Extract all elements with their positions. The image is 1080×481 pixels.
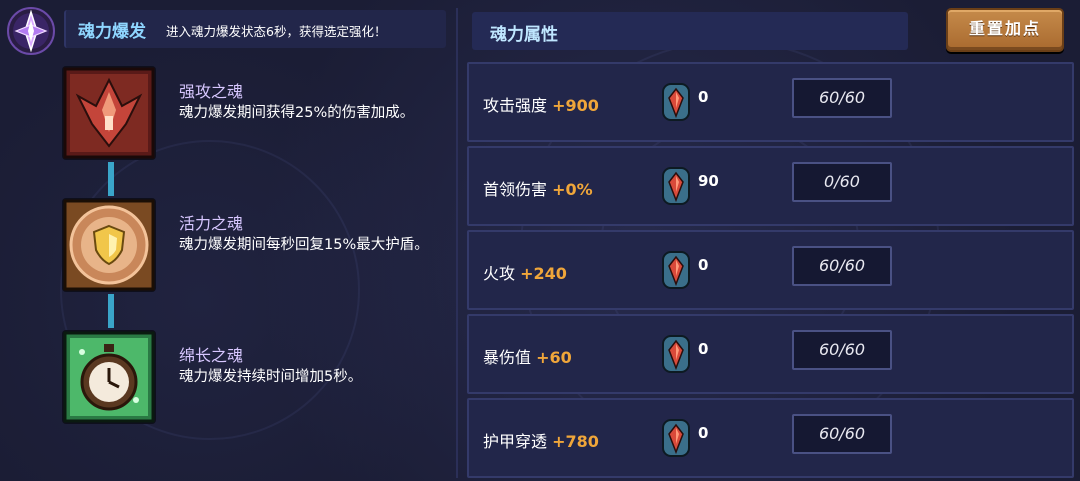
soul-description: 魂力爆发期间获得25%的伤害加成。: [179, 105, 415, 121]
attribute-invested-points: 0: [698, 88, 709, 106]
soul-gem-icon: [661, 418, 691, 458]
soul-attributes-title-bar: 魂力属性: [472, 12, 908, 50]
soul-description: 魂力爆发期间每秒回复15%最大护盾。: [179, 237, 429, 253]
soul-name: 强攻之魂: [179, 82, 244, 101]
attribute-name: 火攻 +240: [483, 264, 567, 283]
soul-item-vitality[interactable]: 活力之魂 魂力爆发期间每秒回复15%最大护盾。: [62, 198, 442, 294]
reset-points-button[interactable]: 重置加点: [946, 8, 1064, 52]
soul-connector: [108, 294, 114, 328]
soul-description: 魂力爆发持续时间增加5秒。: [179, 369, 363, 385]
attribute-name: 首领伤害 +0%: [483, 180, 593, 199]
attribute-name: 攻击强度 +900: [483, 96, 599, 115]
soul-name: 活力之魂: [179, 214, 244, 233]
panel-divider: [456, 8, 458, 478]
attribute-name: 暴伤值 +60: [483, 348, 572, 367]
attribute-row-fire-attack: 火攻 +240 0 60/60: [467, 230, 1074, 310]
attribute-invested-points: 0: [698, 256, 709, 274]
soul-gem-icon: [661, 250, 691, 290]
purple-crystal-emblem-icon: [6, 6, 56, 56]
attribute-bonus: +240: [520, 264, 567, 283]
attribute-level-box[interactable]: 0/60: [792, 162, 892, 202]
attribute-level-box[interactable]: 60/60: [792, 78, 892, 118]
attribute-name: 护甲穿透 +780: [483, 432, 599, 451]
golden-shield-icon: [62, 198, 156, 292]
attribute-bonus: +0%: [552, 180, 593, 199]
soul-burst-header: 魂力爆发 进入魂力爆发状态6秒，获得选定强化！: [0, 0, 448, 55]
soul-gem-icon: [661, 82, 691, 122]
soul-gem-icon: [661, 166, 691, 206]
soul-gem-icon: [661, 334, 691, 374]
attribute-invested-points: 90: [698, 172, 719, 190]
attribute-row-crit-damage: 暴伤值 +60 0 60/60: [467, 314, 1074, 394]
attribute-bonus: +780: [552, 432, 599, 451]
attribute-bonus: +60: [536, 348, 572, 367]
attribute-invested-points: 0: [698, 424, 709, 442]
soul-connector: [108, 162, 114, 196]
soul-burst-description: 进入魂力爆发状态6秒，获得选定强化！: [166, 24, 387, 39]
soul-burst-title: 魂力爆发: [78, 22, 146, 42]
soul-attributes-title: 魂力属性: [490, 25, 558, 45]
attribute-level-box[interactable]: 60/60: [792, 330, 892, 370]
attribute-row-boss-damage: 首领伤害 +0% 90 0/60: [467, 146, 1074, 226]
soul-item-strong-attack[interactable]: 强攻之魂 魂力爆发期间获得25%的伤害加成。: [62, 66, 442, 162]
red-claw-icon: [62, 66, 156, 160]
attribute-row-attack-power: 攻击强度 +900 0 60/60: [467, 62, 1074, 142]
attribute-level-box[interactable]: 60/60: [792, 414, 892, 454]
attribute-level-box[interactable]: 60/60: [792, 246, 892, 286]
soul-name: 绵长之魂: [179, 346, 244, 365]
attribute-row-armor-penetration: 护甲穿透 +780 0 60/60: [467, 398, 1074, 478]
soul-item-longevity[interactable]: 绵长之魂 魂力爆发持续时间增加5秒。: [62, 330, 442, 426]
attribute-bonus: +900: [552, 96, 599, 115]
soul-burst-title-bar: 魂力爆发 进入魂力爆发状态6秒，获得选定强化！: [64, 10, 446, 48]
attribute-invested-points: 0: [698, 340, 709, 358]
green-stopwatch-icon: [62, 330, 156, 424]
